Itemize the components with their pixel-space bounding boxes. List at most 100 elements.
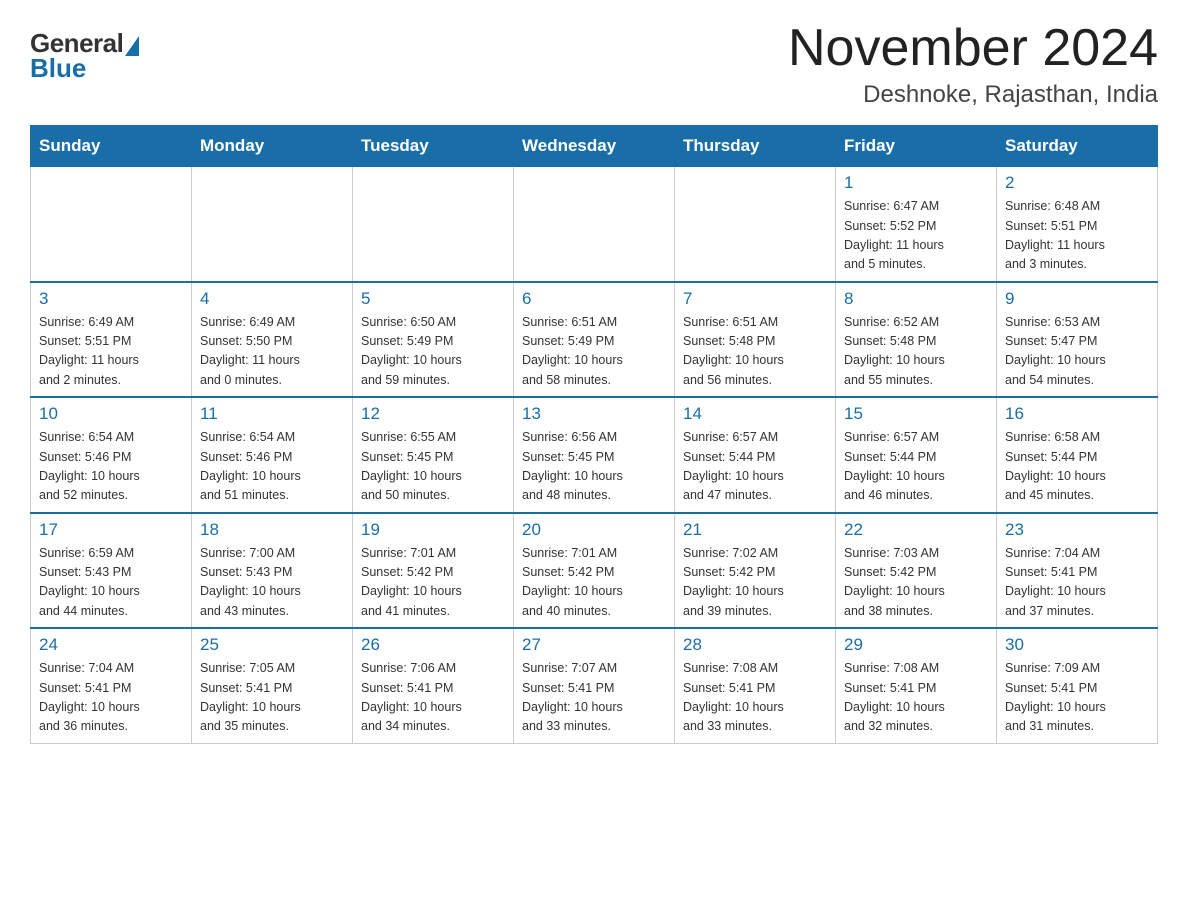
calendar-cell: 12Sunrise: 6:55 AM Sunset: 5:45 PM Dayli… xyxy=(353,397,514,513)
logo: General Blue xyxy=(30,20,139,84)
day-number: 10 xyxy=(39,404,183,424)
calendar-cell: 1 Sunrise: 6:47 AM Sunset: 5:52 PM Daylig… xyxy=(836,167,997,282)
day-info: Sunrise: 7:09 AM Sunset: 5:41 PM Dayligh… xyxy=(1005,659,1149,737)
calendar-cell: 30Sunrise: 7:09 AM Sunset: 5:41 PM Dayli… xyxy=(997,628,1158,743)
weekday-header-thursday: Thursday xyxy=(675,126,836,167)
day-info: Sunrise: 6:48 AM Sunset: 5:51 PM Dayligh… xyxy=(1005,197,1149,275)
calendar-cell: 17 Sunrise: 6:59 AM Sunset: 5:43 PM Dayli… xyxy=(31,513,192,629)
day-info: Sunrise: 6:50 AM Sunset: 5:49 PM Dayligh… xyxy=(361,313,505,391)
day-info: Sunrise: 7:00 AM Sunset: 5:43 PM Dayligh… xyxy=(200,544,344,622)
calendar-cell xyxy=(514,167,675,282)
day-number: 13 xyxy=(522,404,666,424)
day-number: 27 xyxy=(522,635,666,655)
day-info: Sunrise: 7:03 AM Sunset: 5:42 PM Dayligh… xyxy=(844,544,988,622)
calendar-week-row: 10 Sunrise: 6:54 AM Sunset: 5:46 PM Dayli… xyxy=(31,397,1158,513)
weekday-header-monday: Monday xyxy=(192,126,353,167)
day-number: 3 xyxy=(39,289,183,309)
title-area: November 2024 Deshnoke, Rajasthan, India xyxy=(788,20,1158,109)
day-info: Sunrise: 6:55 AM Sunset: 5:45 PM Dayligh… xyxy=(361,428,505,506)
day-number: 28 xyxy=(683,635,827,655)
calendar-cell: 9 Sunrise: 6:53 AM Sunset: 5:47 PM Daylig… xyxy=(997,282,1158,398)
calendar-cell: 7 Sunrise: 6:51 AM Sunset: 5:48 PM Daylig… xyxy=(675,282,836,398)
calendar-cell: 13 Sunrise: 6:56 AM Sunset: 5:45 PM Dayli… xyxy=(514,397,675,513)
calendar-cell: 3 Sunrise: 6:49 AM Sunset: 5:51 PM Daylig… xyxy=(31,282,192,398)
day-info: Sunrise: 7:02 AM Sunset: 5:42 PM Dayligh… xyxy=(683,544,827,622)
day-info: Sunrise: 7:01 AM Sunset: 5:42 PM Dayligh… xyxy=(361,544,505,622)
day-number: 16 xyxy=(1005,404,1149,424)
calendar-week-row: 3 Sunrise: 6:49 AM Sunset: 5:51 PM Daylig… xyxy=(31,282,1158,398)
calendar-cell: 26 Sunrise: 7:06 AM Sunset: 5:41 PM Dayli… xyxy=(353,628,514,743)
day-number: 20 xyxy=(522,520,666,540)
day-number: 2 xyxy=(1005,173,1149,193)
day-info: Sunrise: 7:04 AM Sunset: 5:41 PM Dayligh… xyxy=(39,659,183,737)
calendar-cell: 5Sunrise: 6:50 AM Sunset: 5:49 PM Daylig… xyxy=(353,282,514,398)
day-number: 25 xyxy=(200,635,344,655)
day-info: Sunrise: 6:49 AM Sunset: 5:51 PM Dayligh… xyxy=(39,313,183,391)
header: General Blue November 2024 Deshnoke, Raj… xyxy=(30,20,1158,109)
calendar-cell: 25 Sunrise: 7:05 AM Sunset: 5:41 PM Dayli… xyxy=(192,628,353,743)
day-info: Sunrise: 6:51 AM Sunset: 5:48 PM Dayligh… xyxy=(683,313,827,391)
weekday-header-friday: Friday xyxy=(836,126,997,167)
day-info: Sunrise: 6:49 AM Sunset: 5:50 PM Dayligh… xyxy=(200,313,344,391)
day-info: Sunrise: 6:54 AM Sunset: 5:46 PM Dayligh… xyxy=(39,428,183,506)
day-number: 21 xyxy=(683,520,827,540)
calendar-table: SundayMondayTuesdayWednesdayThursdayFrid… xyxy=(30,125,1158,744)
day-info: Sunrise: 7:08 AM Sunset: 5:41 PM Dayligh… xyxy=(844,659,988,737)
day-info: Sunrise: 7:08 AM Sunset: 5:41 PM Dayligh… xyxy=(683,659,827,737)
day-number: 24 xyxy=(39,635,183,655)
day-info: Sunrise: 7:05 AM Sunset: 5:41 PM Dayligh… xyxy=(200,659,344,737)
logo-blue-text: Blue xyxy=(30,53,86,84)
weekday-header-sunday: Sunday xyxy=(31,126,192,167)
day-number: 6 xyxy=(522,289,666,309)
day-info: Sunrise: 7:01 AM Sunset: 5:42 PM Dayligh… xyxy=(522,544,666,622)
calendar-cell: 29 Sunrise: 7:08 AM Sunset: 5:41 PM Dayli… xyxy=(836,628,997,743)
weekday-header-saturday: Saturday xyxy=(997,126,1158,167)
weekday-header-tuesday: Tuesday xyxy=(353,126,514,167)
calendar-cell: 19Sunrise: 7:01 AM Sunset: 5:42 PM Dayli… xyxy=(353,513,514,629)
calendar-cell: 27 Sunrise: 7:07 AM Sunset: 5:41 PM Dayli… xyxy=(514,628,675,743)
day-info: Sunrise: 6:53 AM Sunset: 5:47 PM Dayligh… xyxy=(1005,313,1149,391)
calendar-cell: 18Sunrise: 7:00 AM Sunset: 5:43 PM Dayli… xyxy=(192,513,353,629)
day-number: 26 xyxy=(361,635,505,655)
day-number: 1 xyxy=(844,173,988,193)
calendar-cell: 2 Sunrise: 6:48 AM Sunset: 5:51 PM Daylig… xyxy=(997,167,1158,282)
day-info: Sunrise: 6:56 AM Sunset: 5:45 PM Dayligh… xyxy=(522,428,666,506)
day-number: 29 xyxy=(844,635,988,655)
logo-triangle-icon xyxy=(125,36,139,56)
day-info: Sunrise: 6:57 AM Sunset: 5:44 PM Dayligh… xyxy=(844,428,988,506)
calendar-week-row: 24 Sunrise: 7:04 AM Sunset: 5:41 PM Dayli… xyxy=(31,628,1158,743)
calendar-cell: 24 Sunrise: 7:04 AM Sunset: 5:41 PM Dayli… xyxy=(31,628,192,743)
day-info: Sunrise: 7:06 AM Sunset: 5:41 PM Dayligh… xyxy=(361,659,505,737)
calendar-cell: 14Sunrise: 6:57 AM Sunset: 5:44 PM Dayli… xyxy=(675,397,836,513)
calendar-cell: 11Sunrise: 6:54 AM Sunset: 5:46 PM Dayli… xyxy=(192,397,353,513)
calendar-cell: 23Sunrise: 7:04 AM Sunset: 5:41 PM Dayli… xyxy=(997,513,1158,629)
calendar-cell xyxy=(675,167,836,282)
weekday-header-row: SundayMondayTuesdayWednesdayThursdayFrid… xyxy=(31,126,1158,167)
calendar-cell: 6Sunrise: 6:51 AM Sunset: 5:49 PM Daylig… xyxy=(514,282,675,398)
calendar-week-row: 17 Sunrise: 6:59 AM Sunset: 5:43 PM Dayli… xyxy=(31,513,1158,629)
calendar-cell xyxy=(31,167,192,282)
day-number: 17 xyxy=(39,520,183,540)
day-number: 22 xyxy=(844,520,988,540)
calendar-cell xyxy=(192,167,353,282)
calendar-cell: 8 Sunrise: 6:52 AM Sunset: 5:48 PM Daylig… xyxy=(836,282,997,398)
day-number: 7 xyxy=(683,289,827,309)
weekday-header-wednesday: Wednesday xyxy=(514,126,675,167)
month-title: November 2024 xyxy=(788,20,1158,77)
calendar-week-row: 1 Sunrise: 6:47 AM Sunset: 5:52 PM Daylig… xyxy=(31,167,1158,282)
calendar-cell: 4 Sunrise: 6:49 AM Sunset: 5:50 PM Daylig… xyxy=(192,282,353,398)
calendar-cell xyxy=(353,167,514,282)
day-info: Sunrise: 6:47 AM Sunset: 5:52 PM Dayligh… xyxy=(844,197,988,275)
day-number: 4 xyxy=(200,289,344,309)
calendar-cell: 21 Sunrise: 7:02 AM Sunset: 5:42 PM Dayli… xyxy=(675,513,836,629)
calendar-cell: 22 Sunrise: 7:03 AM Sunset: 5:42 PM Dayli… xyxy=(836,513,997,629)
calendar-cell: 16Sunrise: 6:58 AM Sunset: 5:44 PM Dayli… xyxy=(997,397,1158,513)
day-info: Sunrise: 6:52 AM Sunset: 5:48 PM Dayligh… xyxy=(844,313,988,391)
day-info: Sunrise: 7:04 AM Sunset: 5:41 PM Dayligh… xyxy=(1005,544,1149,622)
day-number: 8 xyxy=(844,289,988,309)
calendar-cell: 10 Sunrise: 6:54 AM Sunset: 5:46 PM Dayli… xyxy=(31,397,192,513)
day-info: Sunrise: 7:07 AM Sunset: 5:41 PM Dayligh… xyxy=(522,659,666,737)
day-number: 9 xyxy=(1005,289,1149,309)
day-info: Sunrise: 6:59 AM Sunset: 5:43 PM Dayligh… xyxy=(39,544,183,622)
calendar-cell: 20 Sunrise: 7:01 AM Sunset: 5:42 PM Dayli… xyxy=(514,513,675,629)
